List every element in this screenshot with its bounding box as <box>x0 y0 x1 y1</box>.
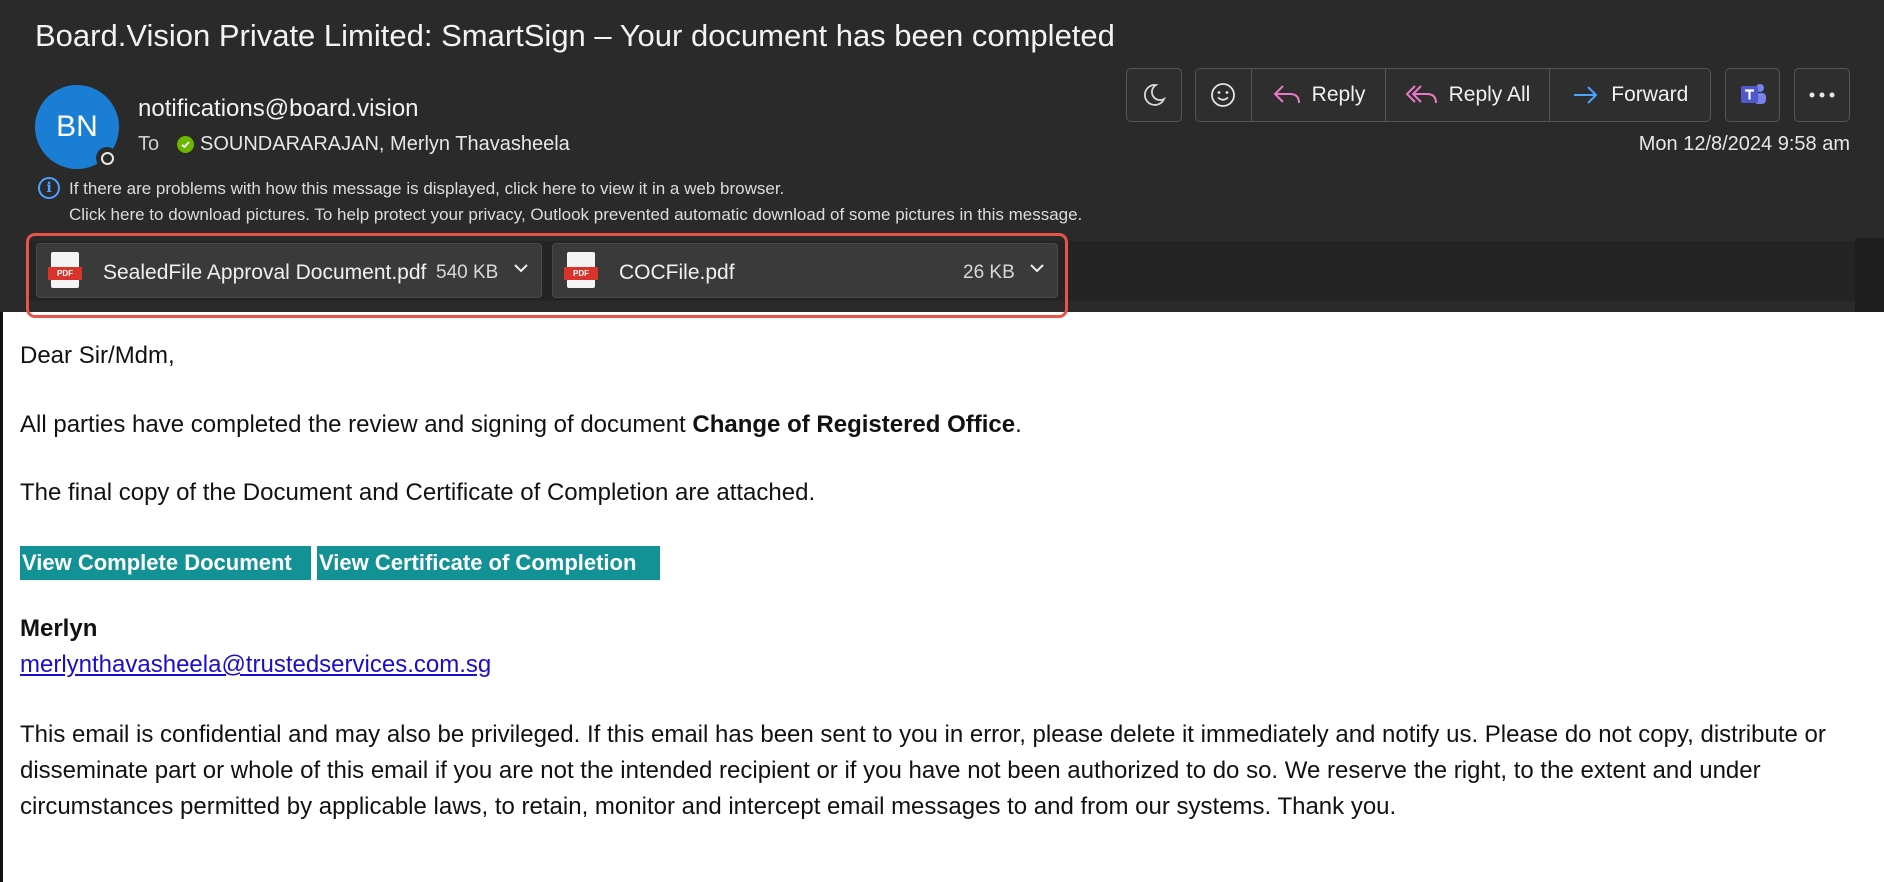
moon-icon <box>1144 84 1166 106</box>
forward-button[interactable]: Forward <box>1550 69 1710 121</box>
message-actions-toolbar: Reply Reply All Forward <box>1195 68 1711 122</box>
sent-date: Mon 12/8/2024 9:58 am <box>1638 133 1850 155</box>
confidentiality-disclaimer: This email is confidential and may also … <box>20 721 1826 820</box>
ellipsis-icon <box>1809 92 1835 98</box>
reply-button[interactable]: Reply <box>1252 69 1387 121</box>
forward-label: Forward <box>1611 83 1689 106</box>
smiley-icon <box>1211 83 1236 107</box>
view-complete-document-button[interactable]: View Complete Document <box>20 546 311 580</box>
to-label: To <box>138 133 160 155</box>
signature-name: Merlyn <box>20 615 98 642</box>
body-left-border <box>0 312 3 882</box>
attachment-statement: The final copy of the Document and Certi… <box>20 479 816 506</box>
view-certificate-button[interactable]: View Certificate of Completion <box>317 546 660 580</box>
reply-label: Reply <box>1311 83 1366 106</box>
download-pictures-notice[interactable]: Click here to download pictures. To help… <box>69 205 1082 225</box>
info-icon: i <box>38 177 60 199</box>
recipient-presence-icon <box>177 136 194 153</box>
greeting: Dear Sir/Mdm, <box>20 342 175 369</box>
immersive-reader-button[interactable] <box>1126 68 1182 122</box>
attachments-highlight-box <box>26 233 1068 318</box>
signature-email-link[interactable]: merlynthavasheela@trustedservices.com.sg <box>20 651 491 679</box>
teams-share-button[interactable] <box>1725 68 1780 122</box>
email-subject: Board.Vision Private Limited: SmartSign … <box>35 18 1115 53</box>
sender-email[interactable]: notifications@board.vision <box>138 95 419 123</box>
header-edge <box>1855 238 1884 312</box>
completion-statement: All parties have completed the review an… <box>20 411 1022 438</box>
recipient-name[interactable]: SOUNDARARAJAN, Merlyn Thavasheela <box>200 133 570 156</box>
react-button[interactable] <box>1196 69 1252 121</box>
more-actions-button[interactable] <box>1794 68 1850 122</box>
teams-icon <box>1740 84 1766 104</box>
reply-arrow-icon <box>1273 85 1300 104</box>
reply-all-arrow-icon <box>1405 85 1437 104</box>
presence-status-icon <box>96 147 118 169</box>
avatar-initials: BN <box>56 110 98 143</box>
reply-all-label: Reply All <box>1448 83 1531 106</box>
document-title: Change of Registered Office <box>692 411 1016 438</box>
forward-arrow-icon <box>1574 86 1598 104</box>
view-in-browser-notice[interactable]: If there are problems with how this mess… <box>69 179 784 199</box>
reply-all-button[interactable]: Reply All <box>1386 69 1550 121</box>
